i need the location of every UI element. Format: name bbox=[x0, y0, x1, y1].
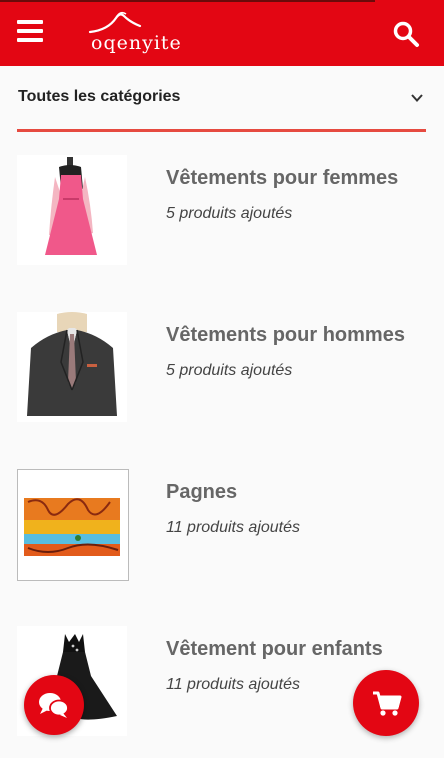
category-title: Vêtements pour femmes bbox=[166, 167, 399, 189]
app-header: oqenyite bbox=[0, 0, 444, 66]
category-count: 11 produits ajoutés bbox=[166, 519, 301, 536]
category-count: 5 produits ajoutés bbox=[166, 362, 293, 379]
chat-button[interactable] bbox=[24, 675, 84, 735]
category-thumbnail-women bbox=[17, 155, 127, 265]
category-count: 11 produits ajoutés bbox=[166, 676, 301, 693]
category-count: 5 produits ajoutés bbox=[166, 205, 293, 222]
shopping-cart-icon bbox=[373, 691, 402, 716]
pagnes-fabric-image bbox=[24, 498, 120, 556]
hamburger-menu-icon[interactable] bbox=[17, 20, 43, 42]
brand-name: oqenyite bbox=[91, 32, 182, 54]
pink-dress-image bbox=[45, 157, 97, 255]
category-title: Vêtements pour hommes bbox=[166, 324, 405, 346]
category-dropdown[interactable]: Toutes les catégories bbox=[17, 72, 426, 130]
category-item-women[interactable]: Vêtements pour femmes 5 produits ajoutés bbox=[17, 155, 437, 270]
brand-logo[interactable]: oqenyite bbox=[88, 8, 184, 58]
category-title: Vêtement pour enfants bbox=[166, 638, 383, 660]
header-top-line bbox=[0, 0, 375, 2]
dropdown-underline bbox=[17, 129, 426, 132]
cart-button[interactable] bbox=[353, 670, 419, 736]
mountain-logo-icon bbox=[88, 11, 142, 34]
category-dropdown-value: Toutes les catégories bbox=[18, 88, 181, 105]
category-item-men[interactable]: Vêtements pour hommes 5 produits ajoutés bbox=[17, 312, 437, 427]
category-item-pagnes[interactable]: Pagnes 11 produits ajoutés bbox=[17, 469, 437, 584]
chevron-down-icon bbox=[411, 94, 423, 102]
chat-bubbles-icon bbox=[39, 693, 69, 718]
mens-suit-image bbox=[27, 312, 117, 416]
search-icon[interactable] bbox=[392, 20, 420, 48]
category-title: Pagnes bbox=[166, 481, 238, 503]
category-thumbnail-pagnes bbox=[17, 469, 129, 581]
category-thumbnail-men bbox=[17, 312, 127, 422]
